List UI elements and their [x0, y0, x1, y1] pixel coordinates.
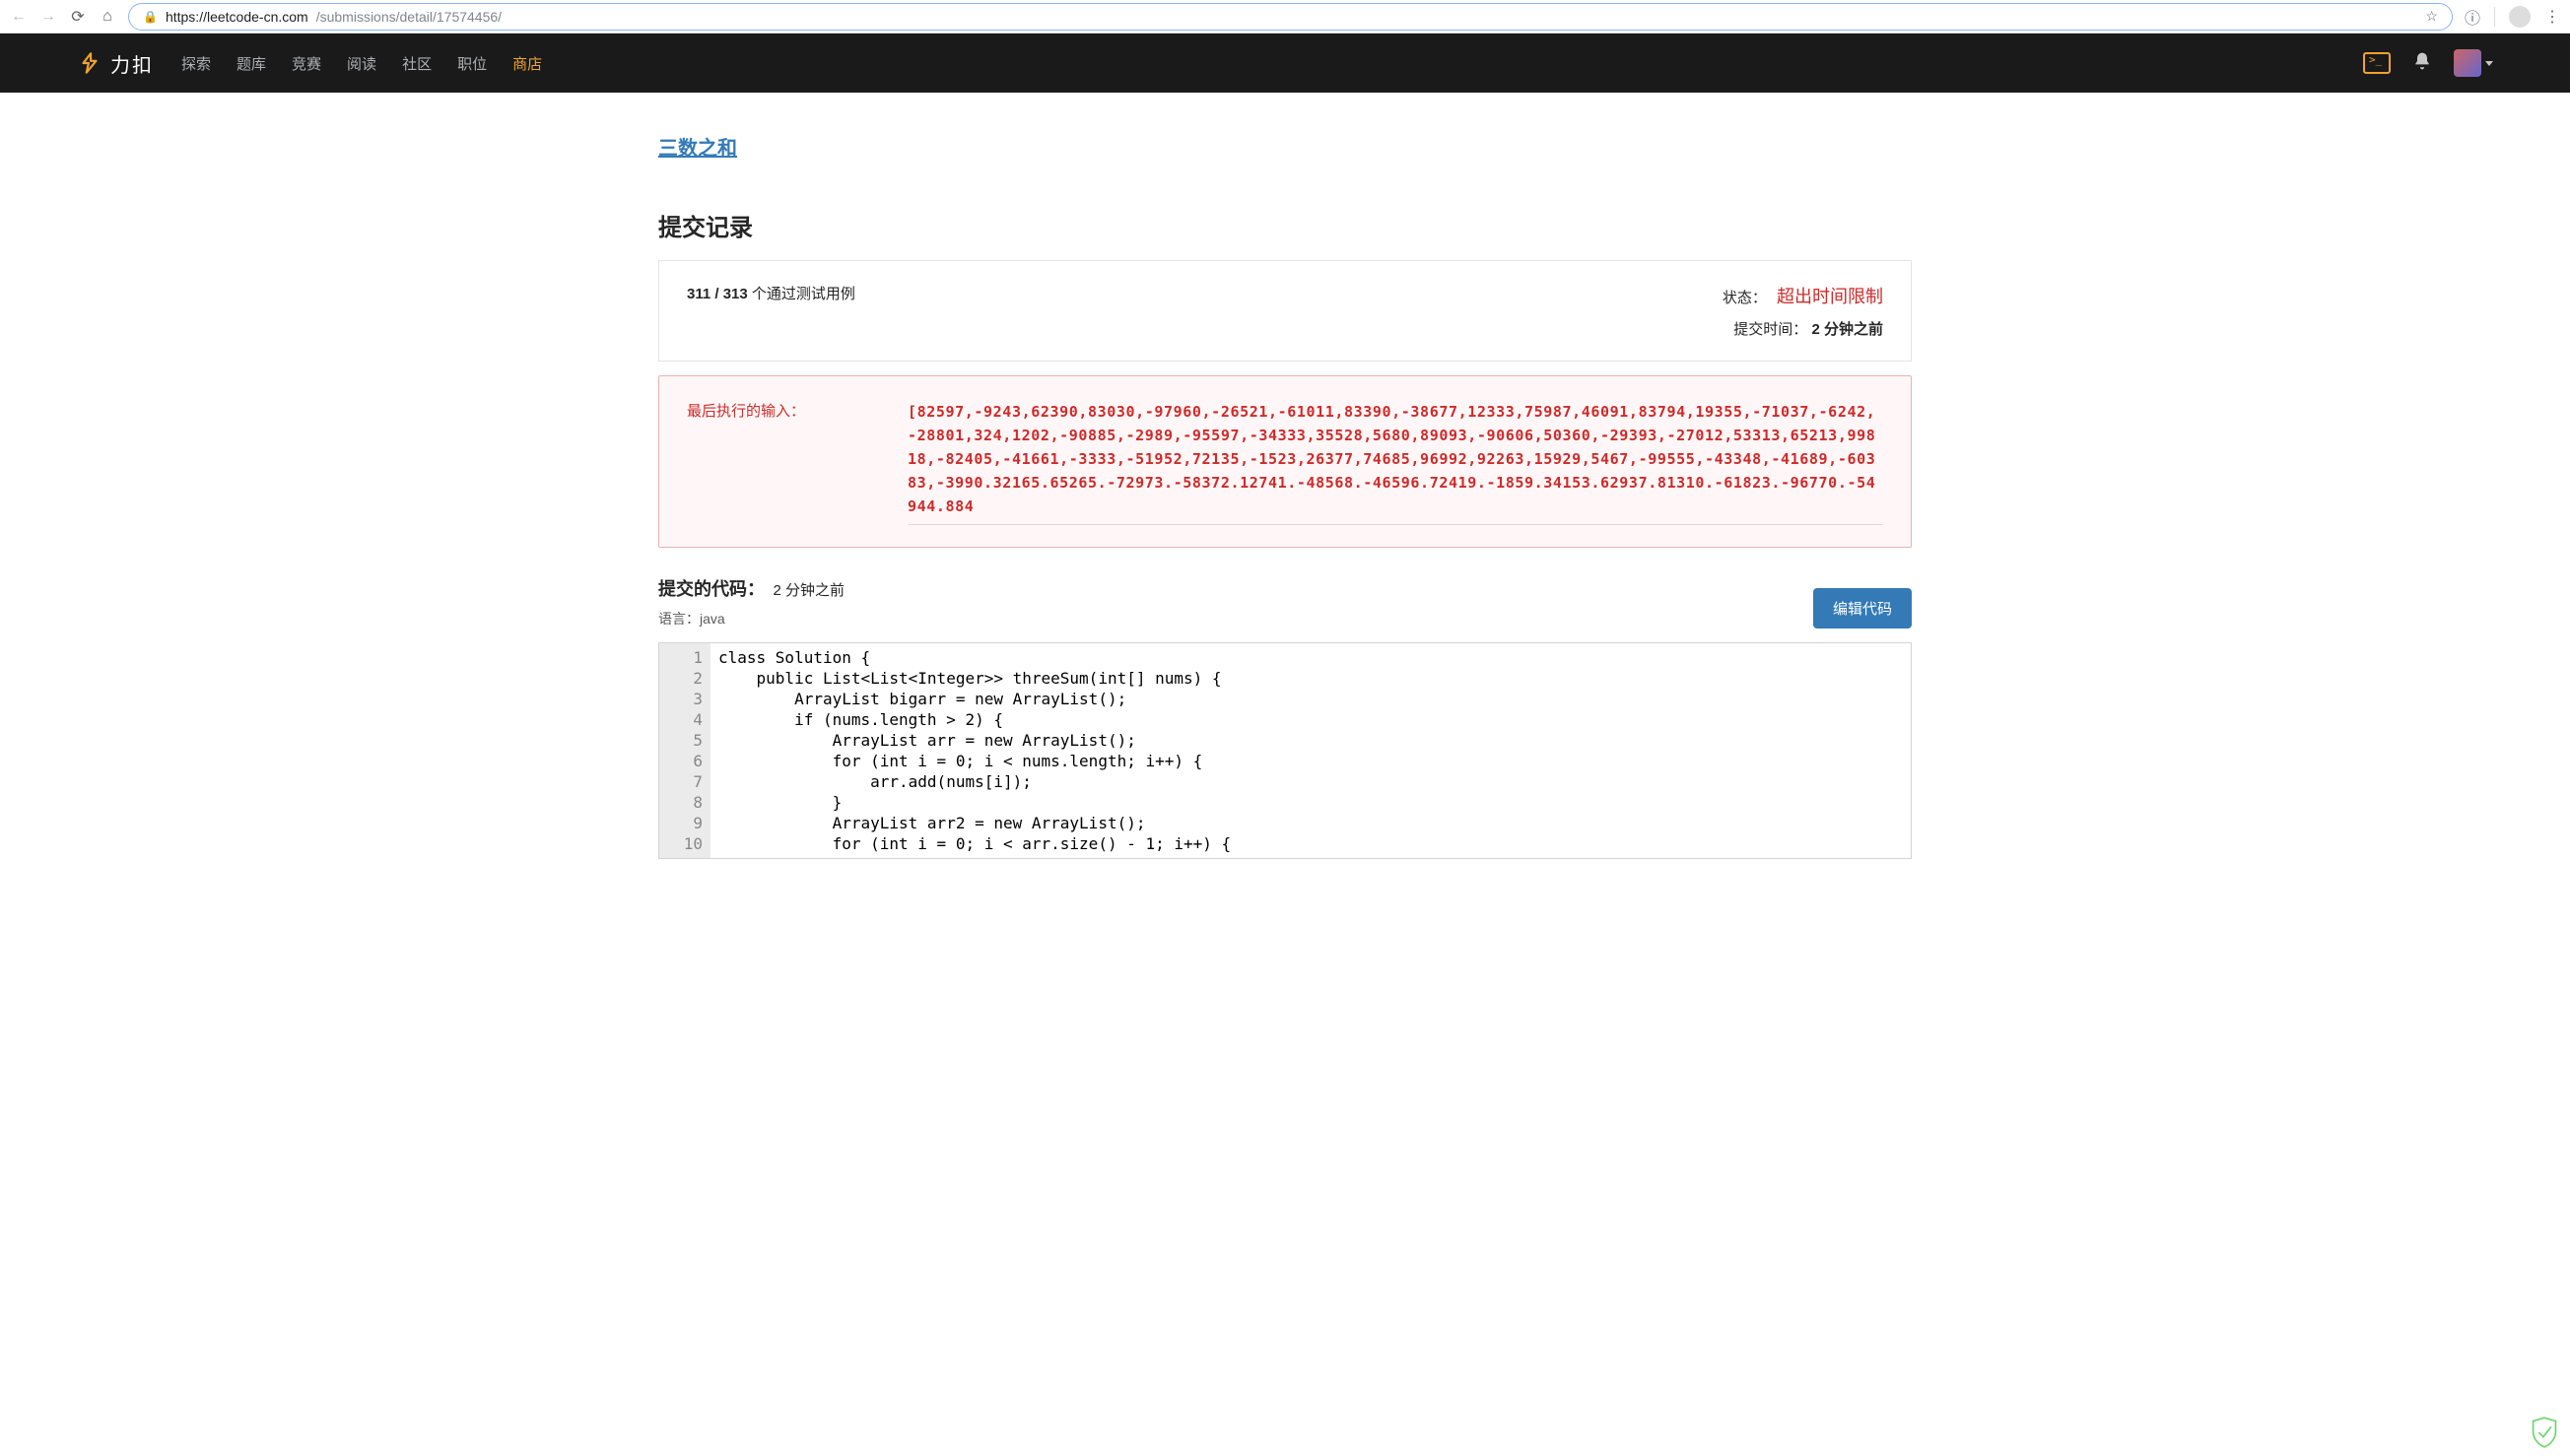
star-icon[interactable]: ☆	[2425, 8, 2438, 25]
reload-icon[interactable]: ⟳	[69, 8, 87, 26]
nav-link-2[interactable]: 竞赛	[292, 53, 321, 74]
nav-link-1[interactable]: 题库	[237, 53, 266, 74]
user-menu[interactable]	[2454, 49, 2493, 77]
submit-time-label: 提交时间：	[1733, 321, 1807, 338]
edit-code-button[interactable]: 编辑代码	[1813, 588, 1912, 629]
code-section-time: 2 分钟之前	[773, 582, 845, 599]
result-box: 311 / 313 个通过测试用例 状态： 超出时间限制 提交时间： 2 分钟之…	[658, 260, 1912, 362]
brand-text: 力扣	[110, 49, 154, 78]
top-nav: 力扣 探索 题库 竞赛 阅读 社区 职位 商店	[0, 33, 2570, 93]
code-section-title: 提交的代码：	[658, 579, 765, 599]
page-content: 三数之和 提交记录 311 / 313 个通过测试用例 状态： 超出时间限制 提…	[658, 93, 1912, 859]
nav-link-6[interactable]: 商店	[512, 53, 542, 74]
terminal-icon[interactable]	[2363, 52, 2391, 74]
nav-links: 探索 题库 竞赛 阅读 社区 职位 商店	[181, 53, 542, 74]
unit-label: 个通过测试用例	[748, 286, 855, 302]
lock-icon: 🔒	[143, 10, 158, 24]
shield-icon	[2531, 1417, 2558, 1448]
chevron-down-icon	[2485, 61, 2493, 66]
passed-count: 311	[687, 286, 710, 302]
nav-link-0[interactable]: 探索	[181, 53, 211, 74]
problem-title-link[interactable]: 三数之和	[658, 138, 737, 160]
back-icon[interactable]: ←	[10, 8, 28, 26]
bell-icon[interactable]	[2412, 51, 2432, 76]
lang-label: 语言：	[658, 611, 700, 627]
code-header: 提交的代码： 2 分钟之前 语言：java 编辑代码	[658, 575, 1912, 629]
code-editor[interactable]: 12345678910 class Solution { public List…	[658, 642, 1912, 859]
status-value: 超出时间限制	[1777, 287, 1883, 306]
lang-value: java	[700, 611, 725, 627]
status-label: 状态：	[1723, 290, 1767, 306]
browser-chrome: ← → ⟳ ⌂ 🔒 https://leetcode-cn.com/submis…	[0, 0, 2570, 33]
profile-avatar[interactable]	[2509, 6, 2531, 28]
total-count: 313	[723, 286, 748, 302]
testcase-summary: 311 / 313 个通过测试用例	[687, 283, 855, 303]
last-input-value: [82597,-9243,62390,83030,-97960,-26521,-…	[908, 400, 1883, 525]
code-body: class Solution { public List<List<Intege…	[710, 643, 1911, 858]
home-icon[interactable]: ⌂	[99, 8, 116, 26]
separator	[2494, 7, 2495, 27]
brand-logo-icon	[77, 50, 102, 76]
chrome-right: ⓘ ⋮	[2465, 5, 2560, 29]
nav-link-3[interactable]: 阅读	[347, 53, 376, 74]
url-host: https://leetcode-cn.com	[166, 9, 308, 25]
last-input-box: 最后执行的输入： [82597,-9243,62390,83030,-97960…	[658, 375, 1912, 548]
info-icon[interactable]: ⓘ	[2465, 5, 2480, 29]
nav-link-5[interactable]: 职位	[457, 53, 487, 74]
status-block: 状态： 超出时间限制 提交时间： 2 分钟之前	[1723, 283, 1883, 339]
section-title-record: 提交记录	[658, 208, 1912, 242]
kebab-icon[interactable]: ⋮	[2544, 7, 2560, 27]
url-path: /submissions/detail/17574456/	[316, 9, 502, 25]
submit-time-value: 2 分钟之前	[1811, 321, 1883, 338]
forward-icon[interactable]: →	[39, 8, 57, 26]
last-input-label: 最后执行的输入：	[687, 400, 908, 421]
address-bar[interactable]: 🔒 https://leetcode-cn.com/submissions/de…	[128, 3, 2453, 31]
line-gutter: 12345678910	[659, 643, 710, 858]
nav-right	[2363, 49, 2493, 77]
user-avatar	[2454, 49, 2481, 77]
nav-link-4[interactable]: 社区	[402, 53, 432, 74]
brand[interactable]: 力扣	[77, 49, 154, 78]
